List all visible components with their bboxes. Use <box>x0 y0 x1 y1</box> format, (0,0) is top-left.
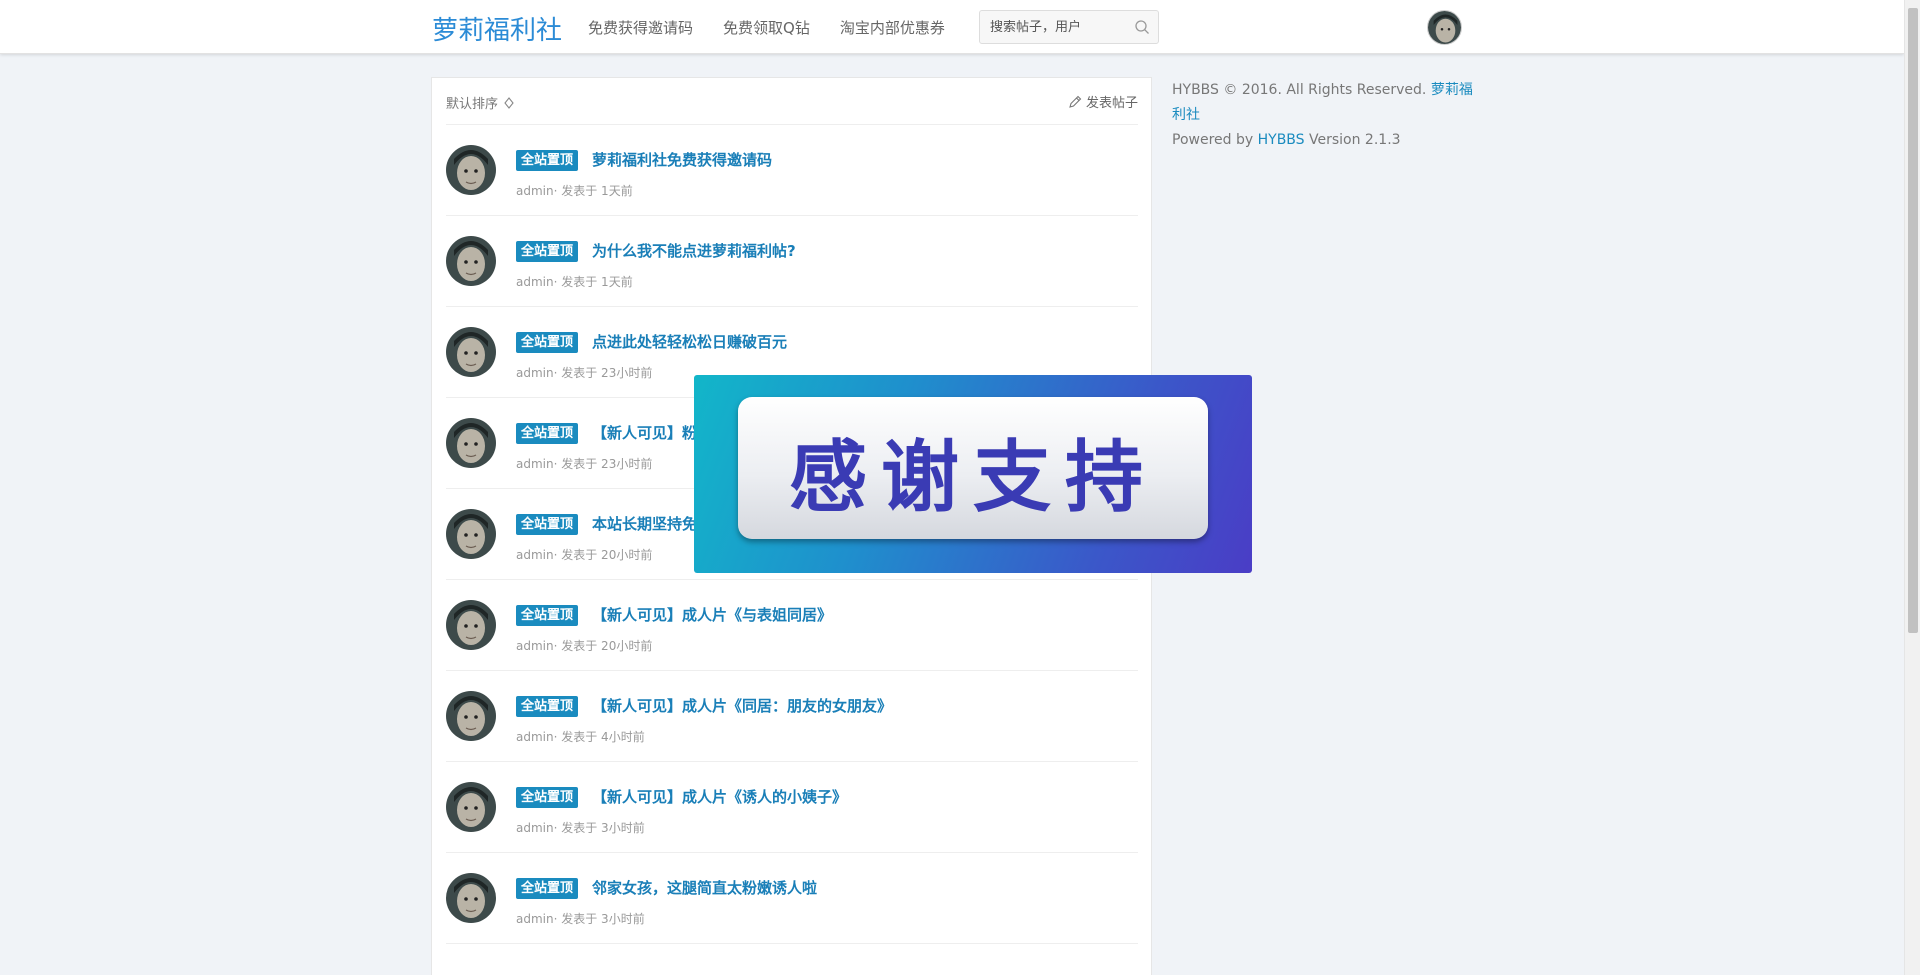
powered-line: Powered by HYBBS Version 2.1.3 <box>1172 128 1482 153</box>
search-input[interactable] <box>980 19 1128 35</box>
thread-title[interactable]: 【新人可见】成人片《与表姐同居》 <box>592 604 832 625</box>
thread-title[interactable]: 【新人可见】成人片《诱人的小姨子》 <box>592 786 847 807</box>
thread-row[interactable]: 全站置顶 萝莉福利社免费获得邀请码 admin· 发表于 1天前 <box>446 125 1138 216</box>
user-avatar[interactable] <box>1427 10 1462 45</box>
nav-link-q-diamond[interactable]: 免费领取Q钻 <box>723 17 810 38</box>
thread-author-avatar[interactable] <box>446 236 496 286</box>
thread-title[interactable]: 点进此处轻轻松松日赚破百元 <box>592 331 787 352</box>
thread-time: · 发表于 4小时前 <box>553 730 645 744</box>
search-box <box>979 10 1159 44</box>
thread-title[interactable]: 邻家女孩，这腿简直太粉嫩诱人啦 <box>592 877 817 898</box>
powered-prefix: Powered by <box>1172 132 1254 148</box>
thread-title[interactable]: 本站长期坚持免 <box>592 513 697 534</box>
thread-row[interactable]: 全站置顶 【新人可见】成人片《同居：朋友的女朋友》 admin· 发表于 4小时前 <box>446 671 1138 762</box>
thread-author[interactable]: admin <box>516 912 554 926</box>
thread-author-avatar[interactable] <box>446 691 496 741</box>
nav-links: 免费获得邀请码 免费领取Q钻 淘宝内部优惠券 <box>588 0 975 54</box>
thread-meta: admin· 发表于 23小时前 <box>516 364 652 381</box>
thread-author[interactable]: admin <box>516 275 554 289</box>
copyright-line: HYBBS © 2016. All Rights Reserved. 萝莉福利社 <box>1172 78 1482 128</box>
thread-author[interactable]: admin <box>516 821 554 835</box>
thread-time: · 发表于 3小时前 <box>553 912 645 926</box>
thread-title[interactable]: 为什么我不能点进萝莉福利帖? <box>592 240 796 261</box>
search-icon[interactable] <box>1134 19 1150 35</box>
panel-header: 默认排序 发表帖子 <box>446 78 1138 125</box>
thread-row[interactable]: 全站置顶 【新人可见】成人片《诱人的小姨子》 admin· 发表于 3小时前 <box>446 762 1138 853</box>
sticky-badge: 全站置顶 <box>516 241 579 262</box>
thread-row[interactable]: 全站置顶 【新人可见】成人片《与表姐同居》 admin· 发表于 20小时前 <box>446 580 1138 671</box>
new-post-label: 发表帖子 <box>1085 96 1138 111</box>
nav-link-invite-code[interactable]: 免费获得邀请码 <box>588 17 693 38</box>
sticky-badge: 全站置顶 <box>516 514 579 535</box>
sort-dropdown[interactable]: 默认排序 <box>446 93 515 112</box>
new-post-button[interactable]: 发表帖子 <box>1068 92 1138 111</box>
thanks-support-banner[interactable]: 感谢支持 <box>694 375 1252 573</box>
thread-author-avatar[interactable] <box>446 782 496 832</box>
sort-label: 默认排序 <box>446 97 499 112</box>
version-text: Version 2.1.3 <box>1309 132 1401 148</box>
banner-plate: 感谢支持 <box>738 397 1208 539</box>
sticky-badge: 全站置顶 <box>516 332 579 353</box>
pencil-icon <box>1069 95 1082 108</box>
thread-meta: admin· 发表于 23小时前 <box>516 455 652 472</box>
banner-text: 感谢支持 <box>788 433 1157 523</box>
thread-time: · 发表于 20小时前 <box>553 548 653 562</box>
thread-author[interactable]: admin <box>516 639 554 653</box>
thread-author-avatar[interactable] <box>446 327 496 377</box>
scrollbar-thumb[interactable] <box>1908 8 1918 633</box>
thread-author-avatar[interactable] <box>446 873 496 923</box>
sidebar-footer: HYBBS © 2016. All Rights Reserved. 萝莉福利社… <box>1172 78 1482 153</box>
thread-meta: admin· 发表于 20小时前 <box>516 546 652 563</box>
nav-link-taobao-coupon[interactable]: 淘宝内部优惠券 <box>840 17 945 38</box>
scrollbar[interactable] <box>1904 0 1920 975</box>
hybbs-link[interactable]: HYBBS <box>1258 132 1305 148</box>
thread-row[interactable]: 全站置顶 邻家女孩，这腿简直太粉嫩诱人啦 admin· 发表于 3小时前 <box>446 853 1138 944</box>
thread-time: · 发表于 1天前 <box>553 275 633 289</box>
thread-title[interactable]: 萝莉福利社免费获得邀请码 <box>592 149 772 170</box>
thread-meta: admin· 发表于 20小时前 <box>516 637 652 654</box>
thread-time: · 发表于 3小时前 <box>553 821 645 835</box>
thread-meta: admin· 发表于 3小时前 <box>516 910 645 927</box>
thread-meta: admin· 发表于 1天前 <box>516 182 633 199</box>
copyright-text: HYBBS © 2016. All Rights Reserved. <box>1172 82 1427 98</box>
thread-meta: admin· 发表于 4小时前 <box>516 728 645 745</box>
sticky-badge: 全站置顶 <box>516 150 579 171</box>
sticky-badge: 全站置顶 <box>516 605 579 626</box>
thread-author[interactable]: admin <box>516 457 554 471</box>
thread-author[interactable]: admin <box>516 730 554 744</box>
sticky-badge: 全站置顶 <box>516 787 579 808</box>
thread-row[interactable]: 全站置顶 为什么我不能点进萝莉福利帖? admin· 发表于 1天前 <box>446 216 1138 307</box>
thread-meta: admin· 发表于 3小时前 <box>516 819 645 836</box>
thread-meta: admin· 发表于 1天前 <box>516 273 633 290</box>
thread-author[interactable]: admin <box>516 184 554 198</box>
thread-author-avatar[interactable] <box>446 145 496 195</box>
thread-author-avatar[interactable] <box>446 509 496 559</box>
thread-author[interactable]: admin <box>516 548 554 562</box>
sticky-badge: 全站置顶 <box>516 423 579 444</box>
thread-time: · 发表于 1天前 <box>553 184 633 198</box>
sticky-badge: 全站置顶 <box>516 696 579 717</box>
thread-author-avatar[interactable] <box>446 418 496 468</box>
thread-title[interactable]: 【新人可见】成人片《同居：朋友的女朋友》 <box>592 695 892 716</box>
sticky-badge: 全站置顶 <box>516 878 579 899</box>
thread-title[interactable]: 【新人可见】粉 <box>592 422 697 443</box>
thread-time: · 发表于 23小时前 <box>553 366 653 380</box>
thread-time: · 发表于 23小时前 <box>553 457 653 471</box>
site-logo[interactable]: 萝莉福利社 <box>432 10 562 47</box>
thread-author[interactable]: admin <box>516 366 554 380</box>
top-navbar: 萝莉福利社 免费获得邀请码 免费领取Q钻 淘宝内部优惠券 <box>0 0 1904 54</box>
sort-icon <box>504 96 514 109</box>
thread-author-avatar[interactable] <box>446 600 496 650</box>
thread-time: · 发表于 20小时前 <box>553 639 653 653</box>
